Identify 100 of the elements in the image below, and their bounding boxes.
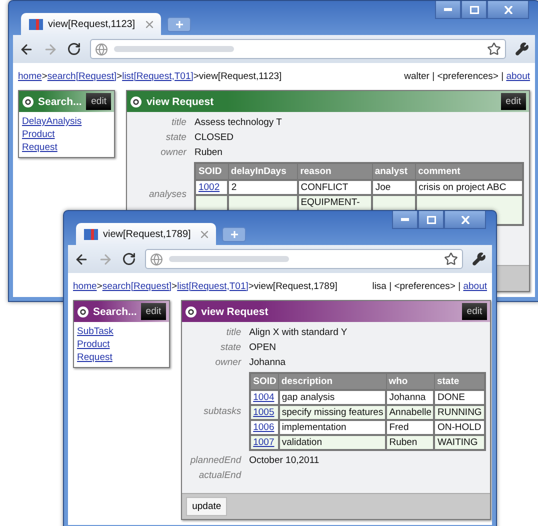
close-button[interactable] <box>444 211 486 229</box>
star-icon[interactable] <box>487 42 501 56</box>
back-icon[interactable] <box>19 42 34 56</box>
field-label: actualEnd <box>198 470 242 481</box>
favicon-icon <box>29 18 43 30</box>
close-icon <box>504 6 512 14</box>
nav-link[interactable]: home <box>73 280 97 292</box>
table-cell: ON-HOLD <box>434 420 485 435</box>
table-cell: DONE <box>434 390 485 405</box>
table-cell: Annabelle <box>386 405 434 420</box>
plus-icon <box>176 21 182 28</box>
entity-link[interactable]: DelayAnalysis <box>22 116 82 127</box>
entity-link[interactable]: Product <box>22 129 55 140</box>
panel-title: Search... <box>93 306 137 318</box>
entity-link[interactable]: Product <box>77 339 110 350</box>
minimize-button[interactable] <box>435 1 461 19</box>
user-links-text: lisa | <preferences> | about <box>372 280 487 292</box>
table-cell: gap analysis <box>278 390 386 405</box>
field-label: state <box>220 342 242 353</box>
breadcrumb: home>search[Request]>list[Request,T01]>view[Request,1123] <box>18 70 282 82</box>
breadcrumb: home>search[Request]>list[Request,T01]>view[Request,1789] <box>73 280 338 292</box>
entity-link[interactable]: Request <box>77 352 112 363</box>
field-value: Assess technology T <box>194 117 283 128</box>
browser-tab[interactable]: view[Request,1789] <box>76 223 216 245</box>
update-button[interactable]: update <box>186 497 228 516</box>
field-label: subtasks <box>202 406 242 417</box>
table-cell: WAITING <box>434 435 485 450</box>
table-cell: Ruben <box>386 435 434 450</box>
soid-link[interactable]: 1006 <box>253 422 274 433</box>
globe-icon <box>95 42 108 56</box>
column-header: SOID <box>195 163 228 180</box>
close-icon[interactable] <box>146 20 153 28</box>
column-header: analyst <box>372 163 416 180</box>
close-icon[interactable] <box>201 230 208 238</box>
table-cell: crisis on project ABC <box>416 180 523 195</box>
close-icon <box>460 216 470 224</box>
new-tab-button[interactable] <box>222 227 246 242</box>
entity-link[interactable]: Request <box>22 142 58 153</box>
at-icon <box>77 306 89 318</box>
field-value: Align X with standard Y <box>249 327 348 338</box>
wrench-icon[interactable] <box>472 252 486 266</box>
edit-button[interactable]: edit <box>86 93 112 110</box>
browser-tab[interactable]: view[Request,1123] <box>21 13 161 35</box>
field-label: analyses <box>148 188 186 200</box>
address-field[interactable] <box>145 249 463 269</box>
nav-link[interactable]: home <box>18 70 42 82</box>
at-icon <box>130 96 142 108</box>
table-cell: Joe <box>372 180 416 195</box>
panel-title: Search... <box>38 96 82 108</box>
field-label: title <box>225 327 242 338</box>
field-label: title <box>170 117 186 128</box>
panel-title: view Request <box>201 306 270 318</box>
nav-link[interactable]: search[Request] <box>102 280 172 292</box>
field-label: plannedEnd <box>189 455 242 466</box>
table-cell: Johanna <box>386 390 434 405</box>
maximize-button[interactable] <box>418 211 444 229</box>
entity-link[interactable]: SubTask <box>77 326 114 337</box>
address-field[interactable] <box>90 39 506 59</box>
minimize-button[interactable] <box>392 211 418 229</box>
star-icon[interactable] <box>444 252 458 266</box>
column-header: comment <box>416 163 523 180</box>
field-label: owner <box>160 147 186 158</box>
soid-link[interactable]: 1002 <box>198 182 220 193</box>
maximize-button[interactable] <box>461 1 487 19</box>
back-icon[interactable] <box>74 252 89 266</box>
column-header: who <box>386 373 434 390</box>
column-header: reason <box>298 163 372 180</box>
edit-button[interactable]: edit <box>140 303 166 320</box>
table-cell: specify missing features <box>278 405 386 420</box>
edit-button[interactable]: edit <box>500 93 526 110</box>
nav-link[interactable]: list[Request,T01] <box>122 70 194 82</box>
column-header: description <box>278 373 386 390</box>
favicon-icon <box>84 228 98 240</box>
nav-link[interactable]: search[Request] <box>47 70 117 82</box>
reload-icon[interactable] <box>122 252 136 266</box>
soid-link[interactable]: 1007 <box>253 437 274 448</box>
nav-link[interactable]: about <box>463 280 487 292</box>
column-header: SOID <box>250 373 279 390</box>
field-value: Johanna <box>249 357 287 368</box>
field-value: Ruben <box>194 147 224 158</box>
maximize-icon <box>470 6 478 14</box>
field-value: CLOSED <box>194 132 235 143</box>
soid-link[interactable]: 1004 <box>253 392 274 403</box>
field-value: October 10,2011 <box>249 455 320 466</box>
close-button[interactable] <box>487 1 529 19</box>
globe-icon <box>150 252 163 266</box>
at-icon <box>22 96 34 108</box>
plus-icon <box>230 231 238 238</box>
soid-link[interactable]: 1005 <box>253 407 274 418</box>
table-cell: validation <box>278 435 386 450</box>
panel-title: view Request <box>146 96 215 108</box>
edit-button[interactable]: edit <box>462 303 488 320</box>
table-cell: RUNNING <box>434 405 485 420</box>
minimize-icon <box>401 218 409 221</box>
wrench-icon[interactable] <box>515 42 529 56</box>
reload-icon[interactable] <box>67 42 81 56</box>
table-cell: implementation <box>278 420 386 435</box>
nav-link[interactable]: about <box>506 70 530 82</box>
nav-link[interactable]: list[Request,T01] <box>177 280 248 292</box>
new-tab-button[interactable] <box>167 17 191 32</box>
